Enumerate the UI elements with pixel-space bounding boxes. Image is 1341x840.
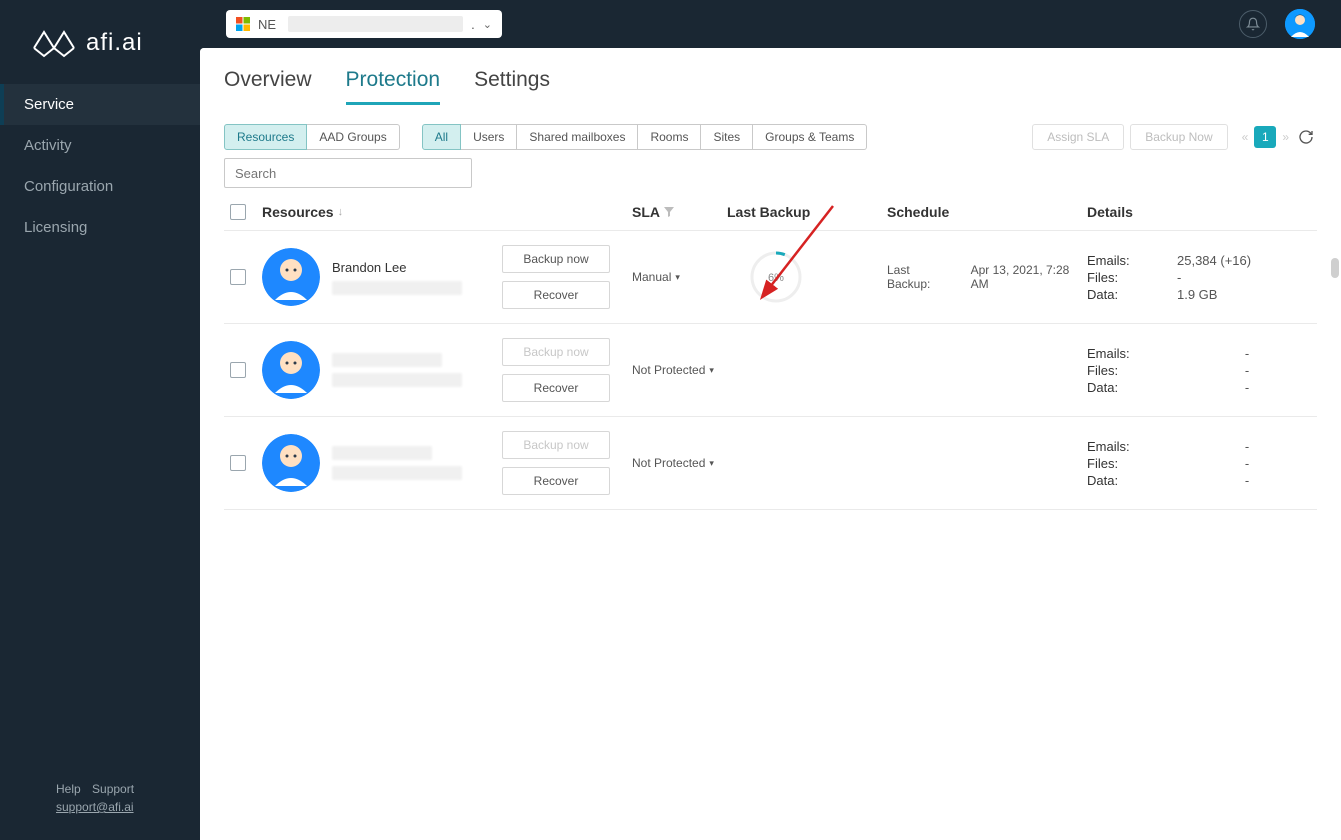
tenant-name-redacted	[288, 16, 463, 32]
user-name: Brandon Lee	[332, 260, 462, 275]
data-value: 1.9 GB	[1177, 287, 1317, 302]
row-backup-now-button: Backup now	[502, 431, 610, 459]
filter-icon	[664, 207, 674, 217]
filter-shared-mailboxes[interactable]: Shared mailboxes	[517, 124, 638, 150]
user-name-redacted	[332, 353, 442, 367]
content-area: Overview Protection Settings Resources A…	[200, 48, 1341, 840]
backup-progress: 6%	[749, 250, 803, 304]
tenant-dropdown[interactable]: NE . ⌄	[226, 10, 502, 38]
filter-sites[interactable]: Sites	[701, 124, 753, 150]
sidebar-footer: Help Support support@afi.ai	[0, 762, 200, 840]
user-avatar-icon	[262, 248, 320, 306]
scrollbar[interactable]	[1331, 258, 1339, 278]
brand-logo: afi.ai	[0, 0, 200, 84]
user-avatar[interactable]	[1285, 9, 1315, 39]
table-body: Brandon Lee Backup now Recover Manual▾	[224, 231, 1317, 510]
tenant-text-prefix: NE	[258, 17, 276, 32]
row-recover-button[interactable]: Recover	[502, 374, 610, 402]
user-name-redacted	[332, 446, 432, 460]
help-link[interactable]: Help	[56, 782, 81, 796]
col-sla[interactable]: SLA	[632, 204, 727, 220]
tab-overview[interactable]: Overview	[224, 62, 312, 105]
row-checkbox[interactable]	[230, 269, 246, 285]
microsoft-icon	[236, 17, 250, 31]
col-details[interactable]: Details	[1087, 204, 1317, 220]
search-input[interactable]	[224, 158, 472, 188]
table-row: Backup now Recover Not Protected▾ Emails…	[224, 417, 1317, 510]
filter-all[interactable]: All	[422, 124, 461, 150]
col-resources[interactable]: Resources ↓	[262, 204, 502, 220]
refresh-button[interactable]	[1295, 126, 1317, 148]
subtab-aad-groups[interactable]: AAD Groups	[307, 124, 399, 150]
row-recover-button[interactable]: Recover	[502, 467, 610, 495]
user-avatar-icon	[262, 341, 320, 399]
refresh-icon	[1298, 129, 1314, 145]
bell-icon	[1246, 17, 1260, 31]
sort-down-icon: ↓	[338, 206, 344, 218]
row-recover-button[interactable]: Recover	[502, 281, 610, 309]
table-row: Brandon Lee Backup now Recover Manual▾	[224, 231, 1317, 324]
sidebar-item-licensing[interactable]: Licensing	[0, 207, 200, 248]
page-number[interactable]: 1	[1254, 126, 1276, 148]
page-tabs: Overview Protection Settings	[224, 62, 1317, 106]
files-value: -	[1177, 363, 1317, 378]
sidebar-item-configuration[interactable]: Configuration	[0, 166, 200, 207]
emails-value: 25,384 (+16)	[1177, 253, 1317, 268]
user-email-redacted	[332, 466, 462, 480]
emails-value: -	[1177, 439, 1317, 454]
subtab-resources[interactable]: Resources	[224, 124, 307, 150]
user-avatar-icon	[262, 434, 320, 492]
data-value: -	[1177, 380, 1317, 395]
caret-down-icon: ▾	[675, 272, 680, 283]
notifications-button[interactable]	[1239, 10, 1267, 38]
support-link[interactable]: Support	[92, 782, 134, 796]
page-prev[interactable]: «	[1242, 130, 1249, 144]
row-checkbox[interactable]	[230, 455, 246, 471]
caret-down-icon: ▾	[709, 458, 714, 469]
sla-dropdown[interactable]: Not Protected▾	[632, 363, 727, 377]
col-last-backup[interactable]: Last Backup	[727, 204, 887, 220]
logo-icon	[32, 28, 76, 58]
emails-value: -	[1177, 346, 1317, 361]
svg-text:6%: 6%	[768, 272, 784, 284]
row-backup-now-button: Backup now	[502, 338, 610, 366]
table-row: Backup now Recover Not Protected▾ Emails…	[224, 324, 1317, 417]
sidebar: afi.ai Service Activity Configuration Li…	[0, 0, 200, 840]
user-email-redacted	[332, 373, 462, 387]
files-value: -	[1177, 456, 1317, 471]
user-email-redacted	[332, 281, 462, 295]
filter-users[interactable]: Users	[461, 124, 517, 150]
chevron-down-icon: ⌄	[483, 18, 492, 31]
filter-groups-teams[interactable]: Groups & Teams	[753, 124, 867, 150]
avatar-icon	[1285, 9, 1315, 39]
brand-text: afi.ai	[86, 29, 143, 57]
pagination: « 1 »	[1242, 126, 1289, 148]
sla-dropdown[interactable]: Manual▾	[632, 270, 727, 284]
sidebar-item-service[interactable]: Service	[0, 84, 200, 125]
col-schedule[interactable]: Schedule	[887, 204, 1087, 220]
table-header: Resources ↓ SLA Last Backup Schedule Det…	[224, 194, 1317, 231]
tenant-text-suffix: .	[471, 17, 475, 32]
backup-now-button[interactable]: Backup Now	[1130, 124, 1227, 150]
select-all-checkbox[interactable]	[230, 204, 246, 220]
assign-sla-button[interactable]: Assign SLA	[1032, 124, 1124, 150]
topbar: NE . ⌄	[200, 0, 1341, 48]
page-next[interactable]: »	[1282, 130, 1289, 144]
data-value: -	[1177, 473, 1317, 488]
sidebar-item-activity[interactable]: Activity	[0, 125, 200, 166]
schedule-label: Last Backup:	[887, 263, 955, 291]
files-value: -	[1177, 270, 1317, 285]
tab-protection[interactable]: Protection	[346, 62, 441, 105]
caret-down-icon: ▾	[709, 365, 714, 376]
support-email-link[interactable]: support@afi.ai	[56, 800, 134, 814]
row-checkbox[interactable]	[230, 362, 246, 378]
sla-dropdown[interactable]: Not Protected▾	[632, 456, 727, 470]
schedule-value: Apr 13, 2021, 7:28 AM	[971, 263, 1087, 291]
tab-settings[interactable]: Settings	[474, 62, 550, 105]
nav: Service Activity Configuration Licensing	[0, 84, 200, 248]
filter-rooms[interactable]: Rooms	[638, 124, 701, 150]
row-backup-now-button[interactable]: Backup now	[502, 245, 610, 273]
